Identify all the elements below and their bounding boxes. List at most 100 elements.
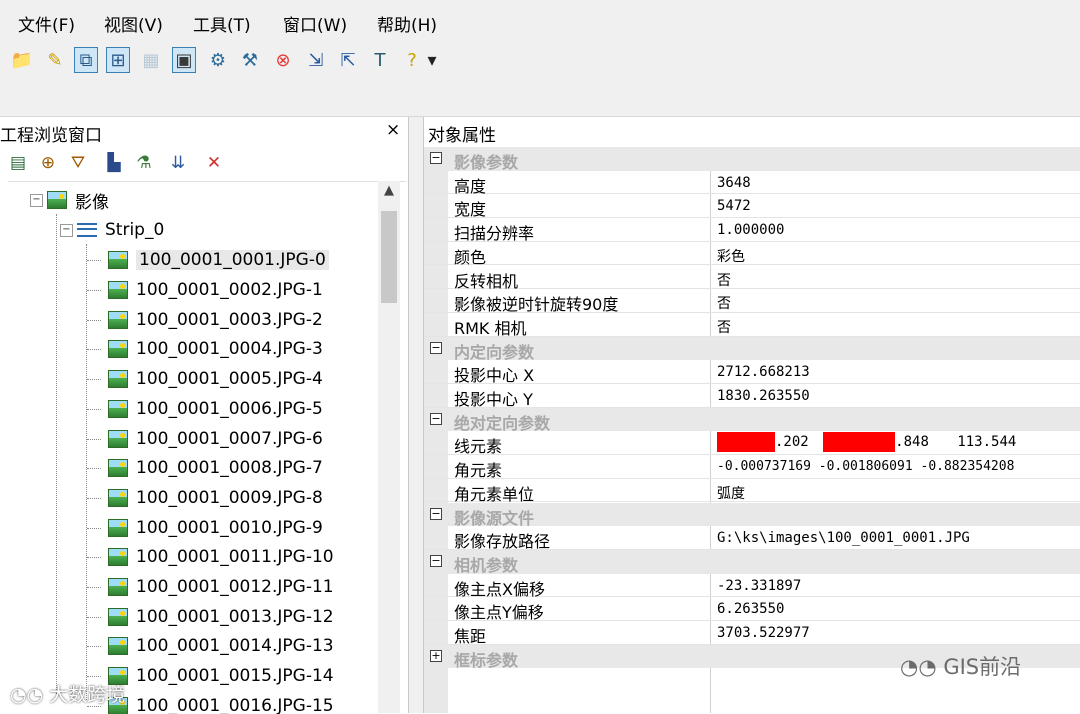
tree-scrollbar[interactable]: ▲: [378, 181, 400, 713]
import-icon[interactable]: ⇲: [304, 47, 328, 73]
tree-node-image[interactable]: 100_0001_0001.JPG-0: [108, 246, 329, 274]
tree-node-image[interactable]: 100_0001_0002.JPG-1: [108, 276, 323, 304]
collapse-icon[interactable]: −: [430, 554, 442, 567]
collapse-icon[interactable]: −: [430, 152, 442, 164]
property-value[interactable]: 2712.668213: [717, 364, 810, 380]
property-value[interactable]: 1830.263550: [717, 388, 810, 404]
tree-node-image[interactable]: 100_0001_0004.JPG-3: [108, 335, 323, 363]
tripod-icon[interactable]: ⛛: [66, 151, 90, 175]
property-row[interactable]: 像主点Y偏移 6.263550: [424, 597, 1080, 622]
property-value[interactable]: -23.331897: [717, 578, 801, 594]
property-value[interactable]: 否: [717, 317, 731, 337]
tree-node-image[interactable]: 100_0001_0009.JPG-8: [108, 484, 323, 512]
property-value[interactable]: 3703.522977: [717, 625, 810, 641]
tree-node-image[interactable]: 100_0001_0007.JPG-6: [108, 425, 323, 453]
tree-node-image[interactable]: 100_0001_0012.JPG-11: [108, 573, 334, 601]
tree-node-image[interactable]: 100_0001_0008.JPG-7: [108, 454, 323, 482]
property-row[interactable]: 影像被逆时针旋转90度 否: [424, 289, 1080, 314]
property-value[interactable]: 1.000000: [717, 222, 784, 238]
tree-node-image[interactable]: 100_0001_0011.JPG-10: [108, 543, 334, 571]
pane-splitter[interactable]: [408, 117, 424, 713]
property-row[interactable]: 宽度 5472: [424, 194, 1080, 219]
menu-view[interactable]: 视图(V): [104, 11, 163, 36]
tree-node-image[interactable]: 100_0001_0015.JPG-14: [108, 662, 334, 690]
property-row[interactable]: 扫描分辨率 1.000000: [424, 218, 1080, 243]
property-value[interactable]: 6.263550: [717, 601, 784, 617]
section-camera-params[interactable]: − 相机参数: [424, 549, 1080, 575]
wechat-icon: ◔◔: [900, 655, 937, 679]
tree-node-image[interactable]: 100_0001_0010.JPG-9: [108, 514, 323, 542]
property-row[interactable]: 颜色 彩色: [424, 242, 1080, 267]
open-folder-icon[interactable]: 📁: [10, 47, 34, 73]
redaction-block: [717, 432, 775, 453]
open-project-icon[interactable]: ✎: [43, 47, 67, 73]
property-row[interactable]: 投影中心 Y 1830.263550: [424, 384, 1080, 409]
collapse-icon[interactable]: −: [430, 507, 442, 520]
help-icon[interactable]: ?: [400, 47, 424, 73]
tree-node-image[interactable]: 100_0001_0006.JPG-5: [108, 395, 323, 423]
tree-node-image[interactable]: 100_0001_0003.JPG-2: [108, 306, 323, 334]
property-value[interactable]: 5472: [717, 198, 751, 214]
property-value[interactable]: 弧度: [717, 483, 745, 503]
property-value[interactable]: G:\ks\images\100_0001_0001.JPG: [717, 530, 970, 546]
tree-node-image[interactable]: 100_0001_0016.JPG-15: [108, 692, 334, 714]
tree-node-label: 100_0001_0014.JPG-13: [136, 636, 334, 656]
tree-node-image[interactable]: 100_0001_0013.JPG-12: [108, 603, 334, 631]
view-image-icon[interactable]: ⧉: [74, 47, 98, 73]
image-icon: [47, 191, 67, 209]
adjust-icon[interactable]: ⚗: [132, 151, 156, 175]
tree-node-strip[interactable]: − Strip_0: [60, 216, 164, 244]
property-row[interactable]: 焦距 3703.522977: [424, 621, 1080, 646]
collapse-icon[interactable]: −: [60, 223, 73, 237]
tee-icon[interactable]: T: [368, 47, 392, 73]
menu-tools[interactable]: 工具(T): [193, 11, 251, 36]
section-absolute-orientation[interactable]: − 绝对定向参数: [424, 407, 1080, 433]
collapse-icon[interactable]: −: [430, 341, 442, 354]
settings-icon[interactable]: ⚒: [238, 47, 262, 73]
collapse-icon[interactable]: −: [30, 193, 43, 207]
tree-node-image[interactable]: 100_0001_0014.JPG-13: [108, 632, 334, 660]
section-interior-orientation[interactable]: − 内定向参数: [424, 336, 1080, 362]
property-value[interactable]: 否: [717, 270, 731, 290]
tree-node-label: 100_0001_0012.JPG-11: [136, 577, 334, 597]
property-row[interactable]: 投影中心 X 2712.668213: [424, 360, 1080, 385]
tree-node-label: 100_0001_0006.JPG-5: [136, 399, 323, 419]
section-image-params[interactable]: − 影像参数: [424, 147, 1080, 172]
stop-icon[interactable]: ⊗: [271, 47, 295, 73]
chevron-up-icon[interactable]: ▲: [378, 183, 400, 198]
delete-icon[interactable]: ✕: [202, 151, 226, 175]
tree-node-images[interactable]: − 影像: [30, 186, 109, 214]
close-icon[interactable]: ×: [386, 120, 400, 140]
tools-icon[interactable]: ⚙: [206, 47, 230, 73]
property-value[interactable]: 3648: [717, 175, 751, 191]
view-3d-icon[interactable]: ▣: [172, 47, 196, 73]
collapse-icon[interactable]: −: [430, 412, 442, 425]
property-row[interactable]: 反转相机 否: [424, 266, 1080, 291]
merge-icon[interactable]: ⇊: [166, 151, 190, 175]
section-image-source[interactable]: − 影像源文件: [424, 502, 1080, 528]
expand-icon[interactable]: +: [430, 649, 442, 662]
property-value[interactable]: -0.000737169 -0.001806091 -0.882354208: [717, 459, 1014, 474]
view-tie-icon[interactable]: ⊞: [106, 47, 130, 73]
export-icon[interactable]: ⇱: [336, 47, 360, 73]
property-row[interactable]: 角元素单位 弧度: [424, 479, 1080, 504]
screen-icon[interactable]: ▤: [6, 151, 30, 175]
measure-icon[interactable]: ▙: [102, 151, 126, 175]
menu-help[interactable]: 帮助(H): [377, 11, 437, 36]
crosshair-icon[interactable]: ⊕: [36, 151, 60, 175]
more-icon[interactable]: ▾: [426, 47, 438, 73]
menu-file[interactable]: 文件(F): [18, 11, 75, 36]
scroll-thumb[interactable]: [381, 211, 397, 303]
tree-node-image[interactable]: 100_0001_0005.JPG-4: [108, 365, 323, 393]
property-row[interactable]: 高度 3648: [424, 171, 1080, 196]
property-row[interactable]: 像主点X偏移 -23.331897: [424, 574, 1080, 599]
section-label: 框标参数: [454, 650, 519, 670]
menu-window[interactable]: 窗口(W): [283, 11, 347, 36]
property-row[interactable]: 影像存放路径 G:\ks\images\100_0001_0001.JPG: [424, 526, 1080, 551]
property-row[interactable]: RMK 相机 否: [424, 313, 1080, 338]
property-row[interactable]: 线元素 .202 .848 113.544: [424, 431, 1080, 456]
property-row[interactable]: 角元素 -0.000737169 -0.001806091 -0.8823542…: [424, 455, 1080, 480]
property-value-redacted[interactable]: .202 .848 113.544: [717, 432, 1016, 453]
property-value[interactable]: 彩色: [717, 246, 745, 266]
property-value[interactable]: 否: [717, 293, 731, 313]
